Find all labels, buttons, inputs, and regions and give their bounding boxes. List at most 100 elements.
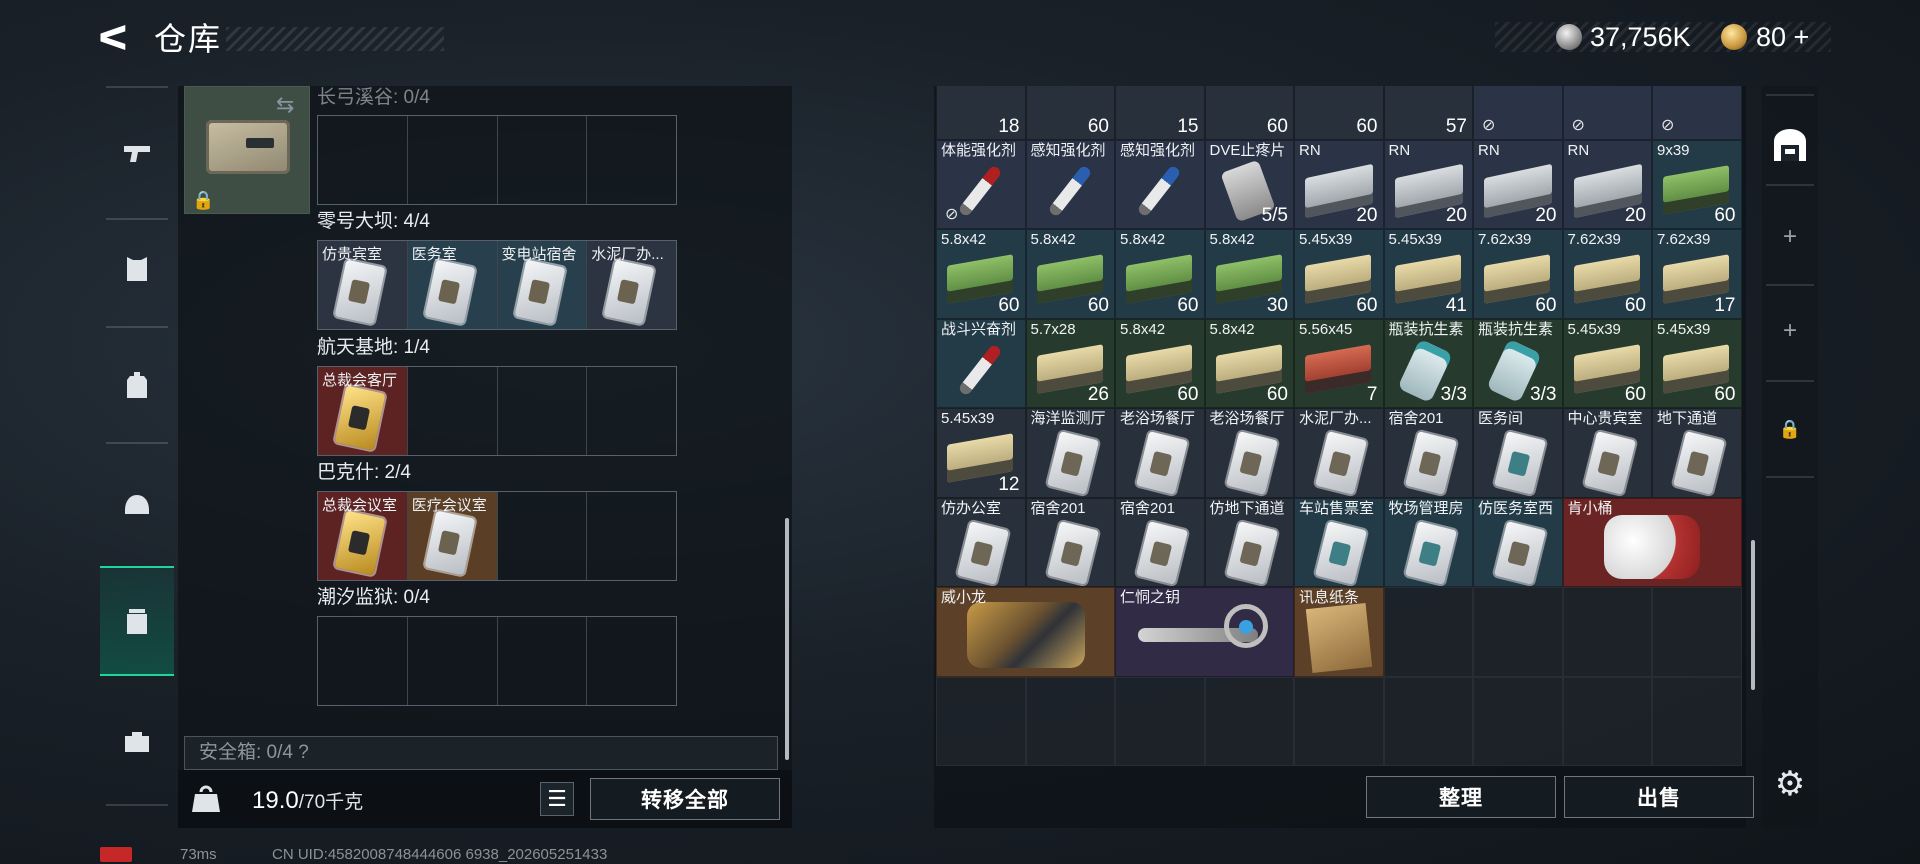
stash-item[interactable]: 5.8x42 60 — [1204, 318, 1294, 408]
stash-item[interactable]: 5.56x45 7 — [1294, 318, 1384, 408]
stash-item[interactable]: 老浴场餐厅 — [1204, 408, 1294, 498]
stash-item[interactable]: 5.8x42 60 — [1115, 318, 1205, 408]
stash-item[interactable]: RN 20 — [1383, 139, 1473, 229]
stash-item[interactable]: 宿舍201 — [1115, 497, 1205, 587]
key-slot[interactable] — [587, 492, 676, 580]
stash-item[interactable]: 海洋监测厅 — [1025, 408, 1115, 498]
stash-item[interactable]: 5.8x42 60 — [1025, 229, 1115, 319]
stash-item[interactable]: 感知强化剂 — [1115, 139, 1205, 229]
stash-item[interactable]: 60 — [1204, 86, 1294, 140]
back-button[interactable]: ᐸ — [98, 20, 134, 58]
stash-item[interactable]: 9x39 60 — [1652, 139, 1742, 229]
key-slot[interactable] — [498, 367, 588, 455]
nav-item-storage[interactable] — [100, 566, 174, 676]
stash-item[interactable]: 5.45x39 60 — [1562, 318, 1652, 408]
stash-item[interactable]: 车站售票室 — [1294, 497, 1384, 587]
empty-slot[interactable] — [1204, 676, 1294, 766]
stash-item[interactable]: ⊘ — [1562, 86, 1652, 140]
empty-slot[interactable] — [1115, 676, 1205, 766]
stash-item[interactable]: 感知强化剂 — [1025, 139, 1115, 229]
stash-item[interactable]: 60 — [1025, 86, 1115, 140]
stash-item[interactable]: 瓶装抗生素 3/3 — [1383, 318, 1473, 408]
stash-item[interactable]: 地下通道 — [1652, 408, 1742, 498]
empty-slot[interactable] — [1025, 676, 1115, 766]
stash-item[interactable]: 牧场管理房 — [1383, 497, 1473, 587]
stash-item[interactable]: 仿医务室西 — [1473, 497, 1563, 587]
key-slot[interactable] — [318, 617, 408, 705]
stash-item[interactable]: RN 20 — [1562, 139, 1652, 229]
stash-item[interactable]: DVE止疼片 5/5 — [1204, 139, 1294, 229]
stash-item[interactable]: 7.62x39 60 — [1473, 229, 1563, 319]
key-slot[interactable] — [408, 617, 498, 705]
empty-slot[interactable] — [1652, 587, 1742, 677]
safe-box-bar[interactable]: 安全箱: 0/4 ? — [184, 736, 778, 770]
stash-item[interactable]: ⊘ — [1652, 86, 1742, 140]
stash-item[interactable]: 5.45x39 60 — [1294, 229, 1384, 319]
stash-item[interactable]: 宿舍201 — [1383, 408, 1473, 498]
stash-item[interactable]: 5.7x28 26 — [1025, 318, 1115, 408]
stash-item[interactable]: 威小龙 — [936, 587, 1115, 677]
stash-item[interactable]: RN 20 — [1294, 139, 1384, 229]
sell-button[interactable]: 出售 — [1564, 776, 1754, 818]
empty-slot[interactable] — [1383, 676, 1473, 766]
list-view-button[interactable]: ☰ — [540, 782, 574, 816]
empty-slot[interactable] — [1652, 676, 1742, 766]
empty-slot[interactable] — [1473, 587, 1563, 677]
stash-item[interactable]: 水泥厂办... — [1294, 408, 1384, 498]
stash-item[interactable]: 老浴场餐厅 — [1115, 408, 1205, 498]
stash-item[interactable]: 57 — [1383, 86, 1473, 140]
stash-item[interactable]: 仁恫之钥 — [1115, 587, 1294, 677]
stash-item[interactable]: 7.62x39 60 — [1562, 229, 1652, 319]
stash-scrollbar[interactable] — [1751, 540, 1755, 690]
key-slot[interactable]: 总裁会客厅 — [318, 367, 408, 455]
swap-icon[interactable]: ⇆ — [276, 92, 294, 118]
empty-slot[interactable] — [1383, 587, 1473, 677]
stash-item[interactable]: 宿舍201 — [1025, 497, 1115, 587]
nav-item-backpack[interactable] — [100, 340, 174, 430]
key-slot[interactable]: 仿贵宾室 — [318, 241, 408, 329]
empty-slot[interactable] — [1562, 676, 1652, 766]
key-slot[interactable]: 总裁会议室 — [318, 492, 408, 580]
stash-item[interactable]: 5.45x39 41 — [1383, 229, 1473, 319]
stash-item[interactable]: 15 — [1115, 86, 1205, 140]
key-slot[interactable] — [498, 116, 588, 204]
nav-item-weapon[interactable] — [100, 108, 174, 198]
stash-item[interactable]: 瓶装抗生素 3/3 — [1473, 318, 1563, 408]
nav-item-helmet[interactable] — [100, 460, 174, 550]
stash-tab[interactable] — [1762, 122, 1818, 168]
stash-item[interactable]: 5.8x42 30 — [1204, 229, 1294, 319]
nav-item-armor[interactable] — [100, 224, 174, 314]
settings-gear-icon[interactable]: ⚙ — [1770, 764, 1810, 804]
sort-button[interactable]: 整理 — [1366, 776, 1556, 818]
stash-item[interactable]: 5.8x42 60 — [936, 229, 1026, 319]
transfer-all-button[interactable]: 转移全部 — [590, 778, 780, 820]
stash-item[interactable]: ⊘ 体能强化剂 — [936, 139, 1026, 229]
gold-coin-value[interactable]: 80 + — [1756, 20, 1809, 54]
key-slot[interactable]: 水泥厂办... — [587, 241, 676, 329]
key-slot[interactable] — [498, 617, 588, 705]
key-slot[interactable] — [408, 116, 498, 204]
stash-item[interactable]: 7.62x39 17 — [1652, 229, 1742, 319]
empty-slot[interactable] — [1294, 676, 1384, 766]
stash-item[interactable]: 60 — [1294, 86, 1384, 140]
key-slot[interactable] — [498, 492, 588, 580]
stash-item[interactable]: 肯小桶 — [1562, 497, 1742, 587]
add-stash-tab-button[interactable]: + — [1762, 214, 1818, 260]
stash-item[interactable]: 医务间 — [1473, 408, 1563, 498]
stash-item[interactable]: 18 — [936, 86, 1026, 140]
empty-slot[interactable] — [1562, 587, 1652, 677]
key-slot[interactable]: 变电站宿舍 — [497, 241, 588, 329]
empty-slot[interactable] — [1473, 676, 1563, 766]
stash-item[interactable]: 中心贵宾室 — [1562, 408, 1652, 498]
locked-stash-tab[interactable]: 🔒 — [1762, 406, 1818, 452]
stash-item[interactable]: RN 20 — [1473, 139, 1563, 229]
key-slot[interactable] — [587, 116, 676, 204]
key-slot[interactable] — [408, 367, 498, 455]
stash-item[interactable]: ⊘ — [1473, 86, 1563, 140]
key-slot[interactable] — [318, 116, 408, 204]
stash-item[interactable]: 5.45x39 60 — [1652, 318, 1742, 408]
add-stash-tab-button[interactable]: + — [1762, 308, 1818, 354]
key-slot[interactable] — [587, 617, 676, 705]
key-case-scrollbar[interactable] — [785, 518, 789, 760]
stash-item[interactable]: 讯息纸条 — [1294, 587, 1384, 677]
